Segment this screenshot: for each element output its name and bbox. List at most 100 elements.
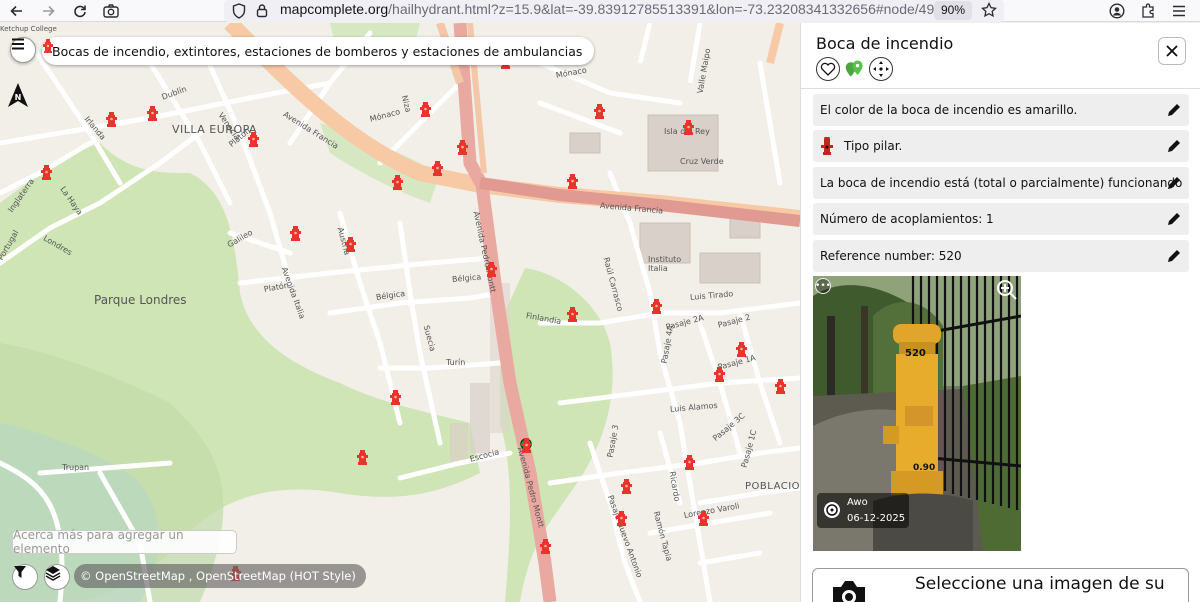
hamburger-icon	[12, 38, 24, 50]
question-color[interactable]: El color de la boca de incendio es amari…	[813, 94, 1189, 126]
account-icon[interactable]	[1106, 0, 1128, 22]
back-icon[interactable]	[6, 0, 28, 22]
hydrant-marker[interactable]	[621, 478, 632, 494]
url-bar[interactable]: mapcomplete.org/hailhydrant.html?z=15.9&…	[224, 0, 1004, 22]
url-text[interactable]: mapcomplete.org/hailhydrant.html?z=15.9&…	[280, 1, 934, 17]
compass-north-button[interactable]: N	[6, 81, 32, 111]
move-crosshair-icon[interactable]	[869, 57, 893, 81]
question-type[interactable]: Tipo pilar.	[813, 130, 1189, 162]
photo-author: Awo	[847, 497, 868, 508]
hydrant-marker[interactable]	[390, 389, 401, 405]
avenida-francia-east	[479, 177, 800, 227]
panel-title: Boca de incendio	[816, 34, 954, 53]
lock-icon[interactable]	[256, 3, 268, 22]
zoom-in-icon[interactable]	[995, 278, 1019, 306]
url-path: /hailhydrant.html?z=15.9&lat=-39.8391278…	[388, 1, 935, 17]
hydrant-marker[interactable]	[684, 454, 695, 470]
hydrant-marker[interactable]	[41, 164, 52, 180]
camera-icon	[829, 575, 869, 602]
license-icon	[823, 501, 841, 522]
shield-icon[interactable]	[232, 3, 246, 23]
pillar-hydrant-icon	[820, 137, 834, 155]
hydrant-marker[interactable]	[486, 261, 497, 277]
more-options-icon[interactable]: •••	[815, 278, 831, 294]
map-canvas	[0, 23, 800, 602]
layer-title: Bocas de incendio, extintores, estacione…	[52, 43, 583, 59]
layers-icon	[45, 566, 61, 581]
edit-pencil-icon[interactable]	[1166, 248, 1182, 267]
question-reference[interactable]: Reference number: 520	[813, 240, 1189, 272]
photo-date: 06-12-2025	[847, 513, 906, 524]
filter-button[interactable]	[12, 564, 38, 590]
hydrant-marker[interactable]	[106, 111, 117, 127]
building-row	[450, 423, 468, 463]
zoom-level[interactable]: 90%	[934, 1, 973, 20]
hydrant-marker[interactable]	[714, 366, 725, 382]
hydrant-marker[interactable]	[683, 119, 694, 135]
favorite-heart-icon[interactable]	[816, 57, 840, 81]
hydrant-photo[interactable]: 520 0.90 ••• Awo 06-12-2025	[813, 276, 1021, 551]
hydrant-marker[interactable]	[392, 174, 403, 190]
map-attribution[interactable]: © OpenStreetMap , OpenStreetMap (HOT Sty…	[74, 564, 366, 588]
screenshot-icon[interactable]	[100, 0, 122, 22]
hamburger-menu-button[interactable]	[10, 37, 36, 63]
hydrant-marker[interactable]	[594, 103, 605, 119]
hydrant-marker[interactable]	[420, 101, 431, 117]
hydrant-marker[interactable]	[616, 510, 627, 526]
hydrant-marker[interactable]	[736, 341, 747, 357]
hydrant-marker[interactable]	[290, 225, 301, 241]
edit-pencil-icon[interactable]	[1166, 138, 1182, 157]
svg-text:N: N	[15, 93, 22, 102]
close-button[interactable]	[1158, 37, 1186, 65]
place-label: Ketchup College	[0, 25, 57, 33]
panel-header: Boca de incendio	[801, 23, 1200, 89]
photo-credit: Awo 06-12-2025	[817, 493, 909, 528]
hydrant-marker[interactable]	[651, 298, 662, 314]
place-label: Instituto Italia	[648, 255, 682, 273]
question-status[interactable]: La boca de incendio está (total o parcia…	[813, 167, 1189, 199]
map-view[interactable]: VILLA EUROPA Parque Londres POBLACIO Ins…	[0, 23, 800, 602]
url-host: mapcomplete.org	[280, 1, 389, 17]
street-label: Trupan	[62, 463, 90, 472]
photo-plate-text: 0.90	[913, 463, 936, 473]
upload-image-button[interactable]: Seleccione una imagen de su	[812, 568, 1189, 602]
hydrant-marker[interactable]	[521, 437, 532, 453]
hydrant-marker[interactable]	[248, 131, 259, 147]
hydrant-marker[interactable]	[540, 538, 551, 554]
star-icon[interactable]	[981, 1, 997, 22]
place-label: Cruz Verde	[680, 157, 724, 166]
edit-pencil-icon[interactable]	[1166, 211, 1182, 230]
question-text: La boca de incendio está (total o parcia…	[820, 176, 1183, 190]
building-row	[470, 383, 490, 453]
north-arrow-icon: N	[8, 83, 28, 107]
reload-icon[interactable]	[69, 0, 91, 22]
question-text: Tipo pilar.	[844, 139, 903, 153]
extensions-icon[interactable]	[1137, 0, 1159, 22]
browser-toolbar: mapcomplete.org/hailhydrant.html?z=15.9&…	[0, 0, 1200, 22]
building	[569, 132, 601, 154]
filter-icon	[14, 566, 26, 578]
layer-title-pill[interactable]: Bocas de incendio, extintores, estacione…	[42, 37, 595, 65]
hydrant-marker[interactable]	[567, 173, 578, 189]
hydrant-marker[interactable]	[345, 236, 356, 252]
menu-icon[interactable]	[1168, 0, 1190, 22]
map-pins-icon[interactable]	[843, 57, 867, 81]
hydrant-marker[interactable]	[567, 306, 578, 322]
edit-pencil-icon[interactable]	[1166, 175, 1182, 194]
hydrant-marker[interactable]	[698, 510, 709, 526]
place-label: Parque Londres	[94, 293, 187, 307]
photo-number-text: 520	[905, 348, 926, 359]
feature-panel: Boca de incendio El color de la boca de …	[800, 23, 1200, 602]
hydrant-marker[interactable]	[775, 378, 786, 394]
edit-pencil-icon[interactable]	[1166, 102, 1182, 121]
question-text: Número de acoplamientos: 1	[820, 212, 994, 226]
question-couplings[interactable]: Número de acoplamientos: 1	[813, 203, 1189, 235]
layers-button[interactable]	[44, 564, 70, 590]
question-text: El color de la boca de incendio es amari…	[820, 103, 1078, 117]
hydrant-marker[interactable]	[357, 449, 368, 465]
forward-icon[interactable]	[37, 0, 59, 22]
add-element-hint: Acerca más para agregar un elemento	[12, 528, 237, 556]
hydrant-marker[interactable]	[457, 139, 468, 155]
hydrant-marker[interactable]	[432, 160, 443, 176]
hydrant-marker[interactable]	[147, 105, 158, 121]
